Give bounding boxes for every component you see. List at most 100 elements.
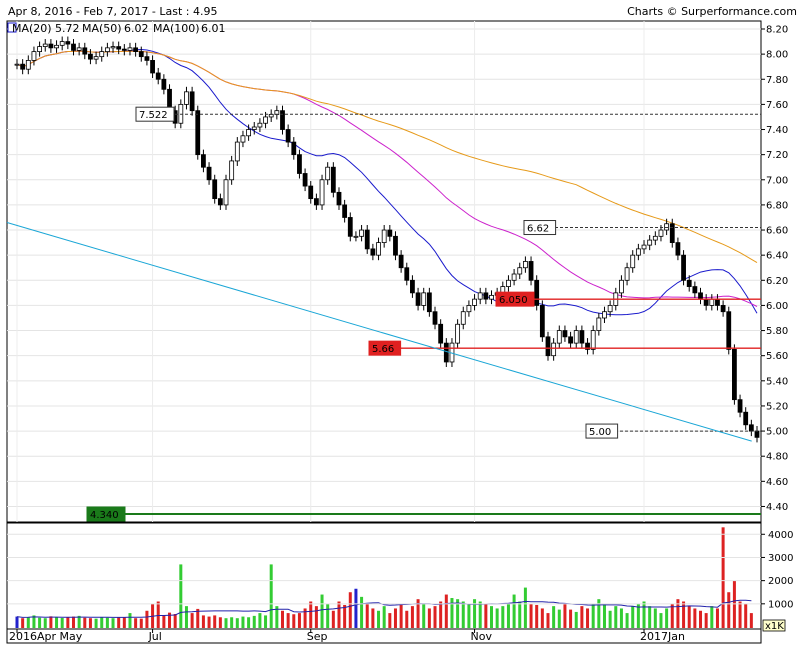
candle-body	[217, 198, 223, 206]
volume-bar	[343, 604, 347, 628]
candle-body	[121, 48, 127, 51]
volume-bar	[201, 615, 205, 628]
x-tick-label: Jul	[148, 630, 162, 643]
candle-body	[381, 229, 387, 244]
volume-bar	[478, 601, 482, 628]
candle-body	[675, 242, 681, 256]
candle-body	[664, 223, 670, 231]
candle-body	[754, 430, 760, 438]
legend-ma100-label: MA(100)	[153, 22, 200, 35]
volume-bar	[105, 617, 109, 628]
volume-bar	[77, 615, 81, 628]
volume-bar	[653, 608, 657, 628]
candle-body	[698, 292, 703, 300]
volume-bar	[134, 618, 138, 628]
volume-bar	[393, 608, 397, 628]
volume-bar	[608, 610, 612, 628]
candle-body	[212, 179, 218, 200]
volume-bar	[354, 588, 358, 628]
volume-bar	[580, 606, 584, 628]
volume-bar	[348, 592, 352, 628]
volume-bar	[88, 618, 92, 628]
volume-bar	[337, 601, 341, 628]
candle-body	[732, 349, 737, 401]
candle-body	[376, 242, 381, 256]
volume-bar	[529, 603, 533, 628]
volume-bar	[377, 610, 381, 628]
reference-label: 6.050	[499, 295, 528, 306]
candle-body	[641, 244, 647, 250]
volume-bar	[399, 603, 403, 628]
candle-body	[619, 279, 624, 294]
candle-body	[528, 261, 534, 281]
candle-body	[42, 43, 48, 47]
reference-label: 4.340	[90, 510, 119, 521]
candle-body	[556, 330, 562, 344]
volume-bar	[659, 613, 663, 628]
volume-bar	[744, 603, 748, 628]
candle-body	[506, 279, 511, 287]
candle-body	[686, 279, 692, 287]
volume-bar	[642, 601, 646, 628]
chart-canvas: 7.522 6.62 6.050 5.66 5.00 4.340 4.40 4.60 4.80…	[6, 5, 797, 644]
y-tick-label: 6.60	[766, 226, 788, 237]
volume-bar	[563, 603, 567, 628]
volume-bar	[450, 598, 454, 628]
candle-body	[65, 41, 71, 45]
volume-bar	[506, 603, 510, 628]
volume-bar	[388, 613, 392, 628]
volume-bar	[727, 592, 731, 628]
volume-bar	[365, 603, 369, 628]
candle-body	[370, 248, 376, 256]
candle-body	[477, 292, 483, 300]
volume-bar	[156, 601, 160, 628]
candle-body	[692, 286, 698, 294]
volume-unit-label: x1K	[765, 621, 784, 632]
price-panel-frame	[6, 20, 762, 523]
candle-body	[421, 292, 427, 306]
volume-bar	[94, 618, 98, 628]
volume-bar	[21, 618, 25, 628]
price-axis: 4.40 4.60 4.80 5.00 5.20 5.40 5.60 5.80 6.00 6.20…	[761, 25, 788, 513]
volume-bar	[749, 613, 753, 628]
candle-body	[201, 154, 206, 168]
legend-ma100-value: 6.01	[201, 22, 226, 35]
candle-body	[602, 311, 607, 319]
candle-body	[71, 43, 76, 51]
candle-body	[635, 248, 641, 256]
candle-body	[347, 217, 353, 237]
volume-bar	[715, 608, 719, 628]
volume-bar	[518, 601, 522, 628]
candle-body	[568, 336, 573, 344]
candle-body	[257, 122, 263, 128]
volume-bar	[427, 608, 431, 628]
candle-body	[489, 294, 494, 300]
candle-body	[545, 336, 551, 357]
candle-body	[150, 60, 155, 74]
legend-ma20-value: 5.72	[55, 22, 80, 35]
volume-bar	[574, 611, 578, 628]
volume-bar	[139, 618, 143, 628]
candle-body	[590, 330, 596, 350]
candle-body	[110, 46, 116, 49]
volume-bar	[693, 608, 697, 628]
candle-body	[681, 254, 686, 281]
volume-bar	[331, 610, 335, 628]
volume-bar	[602, 603, 606, 628]
volume-bar	[207, 616, 211, 628]
volume-bar	[252, 615, 256, 628]
volume-bar	[179, 564, 183, 628]
candle-body	[511, 273, 517, 281]
volume-bar	[461, 601, 465, 628]
y-tick-label: 7.00	[766, 175, 788, 186]
volume-bar	[410, 606, 414, 628]
candle-body	[703, 298, 709, 306]
candle-body	[658, 229, 664, 237]
volume-bar	[71, 616, 75, 628]
candle-body	[280, 110, 285, 130]
x-tick-label: 2016Apr May	[9, 630, 83, 643]
candle-body	[398, 254, 404, 269]
volume-bar	[721, 527, 725, 628]
volume-bar	[280, 610, 284, 628]
volume-bar	[55, 617, 59, 628]
